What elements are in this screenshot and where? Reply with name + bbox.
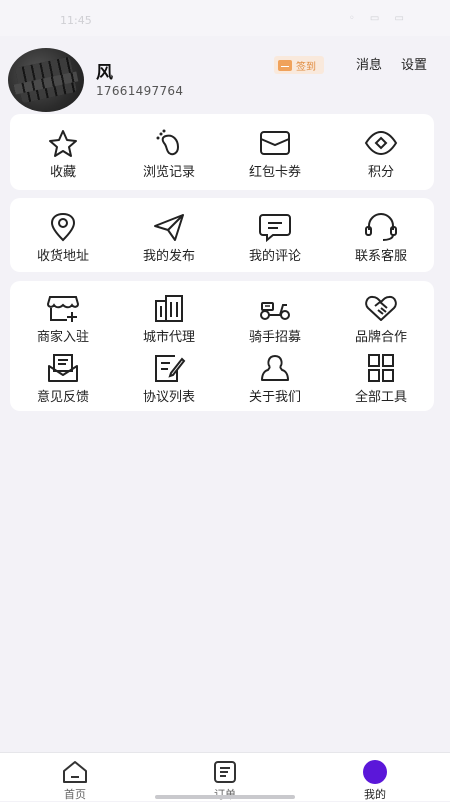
about-us-label: 关于我们 <box>248 390 301 405</box>
address-item[interactable]: 收货地址 <box>10 212 116 264</box>
location-pin-icon <box>50 212 76 242</box>
my-posts-item[interactable]: 我的发布 <box>116 212 222 264</box>
favorites-item[interactable]: 收藏 <box>10 128 116 180</box>
user-phone: 17661497764 <box>96 84 184 98</box>
signin-bag-icon <box>278 59 292 71</box>
rider-recruit-label: 骑手招募 <box>248 330 301 345</box>
points-label: 积分 <box>367 165 394 180</box>
shop-add-icon <box>46 296 80 322</box>
nav-profile[interactable]: 我的 <box>300 753 450 802</box>
headset-icon <box>365 213 397 241</box>
address-label: 收货地址 <box>36 249 89 264</box>
avatar[interactable] <box>8 48 84 112</box>
merchant-join-label: 商家入驻 <box>36 330 89 345</box>
handshake-icon <box>365 295 397 321</box>
agreements-item[interactable]: 协议列表 <box>116 353 222 405</box>
profile-header: 风 17661497764 签到 消息 设置 <box>0 46 450 116</box>
settings-link[interactable]: 设置 <box>401 54 427 73</box>
nav-home[interactable]: 首页 <box>0 753 150 802</box>
feedback-label: 意见反馈 <box>36 390 89 405</box>
brand-coop-label: 品牌合作 <box>354 330 407 345</box>
about-us-item[interactable]: 关于我们 <box>222 353 328 405</box>
home-icon <box>63 761 87 783</box>
all-tools-grid-icon <box>368 354 394 382</box>
footprint-icon <box>156 129 180 156</box>
points-eye-icon <box>364 130 398 156</box>
scooter-icon <box>260 302 290 320</box>
agreements-label: 协议列表 <box>142 390 195 405</box>
coupons-label: 红包卡券 <box>248 165 301 180</box>
city-agent-label: 城市代理 <box>142 330 195 345</box>
comment-icon <box>259 214 291 242</box>
customer-service-item[interactable]: 联系客服 <box>328 212 434 264</box>
all-tools-label: 全部工具 <box>354 390 407 405</box>
status-time: 11:45 <box>60 14 92 27</box>
user-name[interactable]: 风 <box>96 58 113 83</box>
profile-dot-icon <box>363 760 387 784</box>
paper-plane-icon <box>154 214 184 241</box>
all-tools-item[interactable]: 全部工具 <box>328 353 434 405</box>
feedback-item[interactable]: 意见反馈 <box>10 353 116 405</box>
my-comments-item[interactable]: 我的评论 <box>222 212 328 264</box>
bottom-nav: 首页 订单 我的 <box>0 752 450 801</box>
my-comments-label: 我的评论 <box>248 249 301 264</box>
rider-recruit-item[interactable]: 骑手招募 <box>222 293 328 345</box>
coupon-icon <box>260 131 290 155</box>
agreement-edit-icon <box>155 355 186 382</box>
status-icons: ◦ ▭ ▭ <box>348 13 410 24</box>
home-indicator[interactable] <box>155 795 295 799</box>
shortcuts-card-2: 收货地址 我的发布 我的评论 联系客服 <box>10 198 434 272</box>
building-icon <box>155 295 183 322</box>
order-list-icon <box>214 761 236 783</box>
about-person-icon <box>261 354 289 381</box>
customer-service-label: 联系客服 <box>354 249 407 264</box>
signin-label: 签到 <box>296 61 316 73</box>
signin-button[interactable]: 签到 <box>274 56 324 74</box>
favorites-label: 收藏 <box>49 165 76 180</box>
history-label: 浏览记录 <box>142 165 195 180</box>
status-bar: 11:45 ◦ ▭ ▭ <box>0 0 450 36</box>
shortcuts-card-1: 收藏 浏览记录 红包卡券 积分 <box>10 114 434 190</box>
my-posts-label: 我的发布 <box>142 249 195 264</box>
messages-link[interactable]: 消息 <box>356 54 382 73</box>
feedback-mail-icon <box>48 354 78 382</box>
star-icon <box>49 130 77 157</box>
history-item[interactable]: 浏览记录 <box>116 128 222 180</box>
brand-coop-item[interactable]: 品牌合作 <box>328 293 434 345</box>
points-item[interactable]: 积分 <box>328 128 434 180</box>
city-agent-item[interactable]: 城市代理 <box>116 293 222 345</box>
coupons-item[interactable]: 红包卡券 <box>222 128 328 180</box>
shortcuts-card-3: 商家入驻 城市代理 骑手招募 品牌合作 意见反馈 协议列表 关于我们 全部工具 <box>10 281 434 411</box>
merchant-join-item[interactable]: 商家入驻 <box>10 293 116 345</box>
